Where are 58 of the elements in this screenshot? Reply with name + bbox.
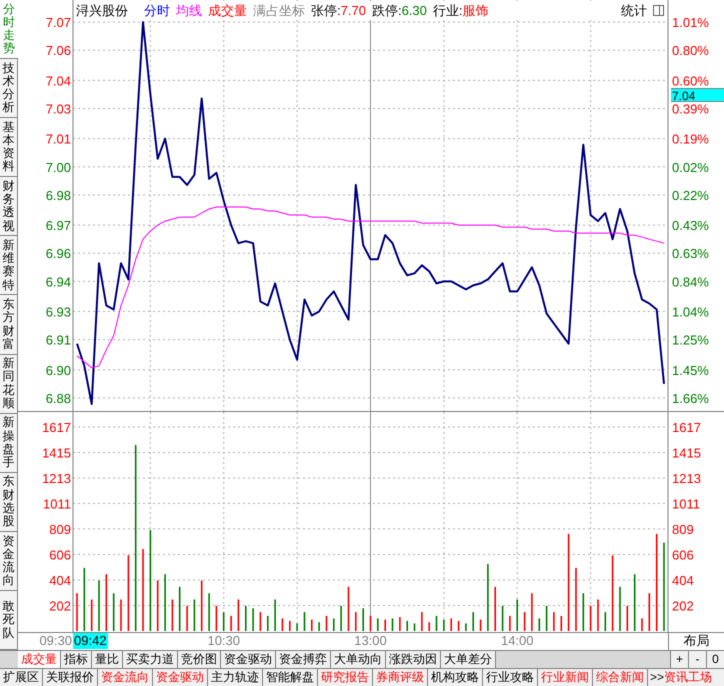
legend-label: 分时 (144, 2, 170, 20)
price-axis-label: 6.94 (46, 274, 71, 290)
time-label: 14:00 (500, 633, 535, 649)
volume-axis-label: 1213 (672, 470, 701, 486)
percent-axis-label: 0.60% (672, 73, 709, 88)
price-axis-label: 7.03 (46, 102, 71, 117)
percent-axis-label: 1.66% (672, 390, 709, 406)
percent-axis-label: 1.01% (672, 15, 709, 30)
price-axis-label: 6.96 (46, 246, 71, 262)
price-axis-label: 7.04 (46, 73, 71, 88)
percent-axis-label: 1.45% (672, 362, 709, 378)
legend-label: 均线 (176, 2, 202, 20)
industry-text: 行业:服饰 (432, 2, 488, 20)
price-axis-label: 6.97 (46, 218, 71, 234)
cursor-price-label: 7.04 (671, 88, 724, 102)
percent-axis-label: 0.39% (672, 102, 709, 117)
percent-axis-label: 0.63% (672, 246, 709, 262)
price-axis-label: 7.00 (46, 160, 71, 175)
volume-axis-label: 1415 (672, 445, 701, 460)
percent-axis-label: 0.84% (672, 274, 709, 290)
volume-axis-label: 1415 (42, 445, 71, 460)
percent-axis-label: 0.22% (672, 188, 709, 203)
volume-axis-label: 404 (49, 573, 71, 588)
volume-axis-label: 606 (672, 548, 694, 563)
volume-axis-label: 809 (49, 522, 71, 537)
volume-axis-label: 1011 (672, 496, 700, 512)
stock-name: 浔兴股份 (76, 2, 128, 20)
price-axis-label: 7.06 (46, 43, 71, 58)
price-axis-label: 6.98 (46, 188, 71, 203)
percent-axis-label: 0.43% (672, 218, 709, 234)
price-axis-label: 6.93 (46, 304, 71, 320)
price-axis-label: 6.90 (46, 362, 71, 378)
limit-down-text: 跌停:6.30 (372, 2, 427, 20)
percent-axis-label: 0.02% (672, 160, 709, 175)
volume-axis-label: 202 (672, 598, 694, 614)
legend-label: 成交量 (208, 2, 247, 20)
coord-mode-label: 满占坐标 (253, 2, 305, 20)
time-label: 09:30 (38, 633, 72, 649)
volume-axis-label: 404 (672, 573, 694, 588)
volume-axis-label: 1213 (42, 470, 71, 486)
volume-axis-label: 1011 (43, 496, 71, 512)
cursor-time-label: 09:42 (73, 633, 108, 649)
volume-axis-label: 606 (49, 548, 71, 563)
price-axis-label: 7.07 (46, 15, 71, 30)
price-axis-label: 7.01 (46, 132, 71, 147)
percent-axis-label: 0.80% (672, 43, 709, 58)
time-label: 10:30 (206, 633, 242, 649)
time-label: 13:00 (353, 633, 388, 649)
price-axis-label: 6.91 (46, 332, 71, 348)
volume-axis-label: 809 (672, 522, 694, 537)
limit-up-text: 张停:7.70 (311, 2, 366, 20)
percent-axis-label: 1.04% (672, 304, 709, 320)
volume-axis-label: 1617 (42, 420, 71, 435)
percent-axis-label: 0.19% (672, 132, 709, 147)
percent-axis-label: 1.25% (672, 332, 709, 348)
volume-axis-label: 1617 (672, 420, 701, 435)
price-axis-label: 6.88 (46, 390, 71, 406)
volume-axis-label: 202 (49, 598, 71, 614)
